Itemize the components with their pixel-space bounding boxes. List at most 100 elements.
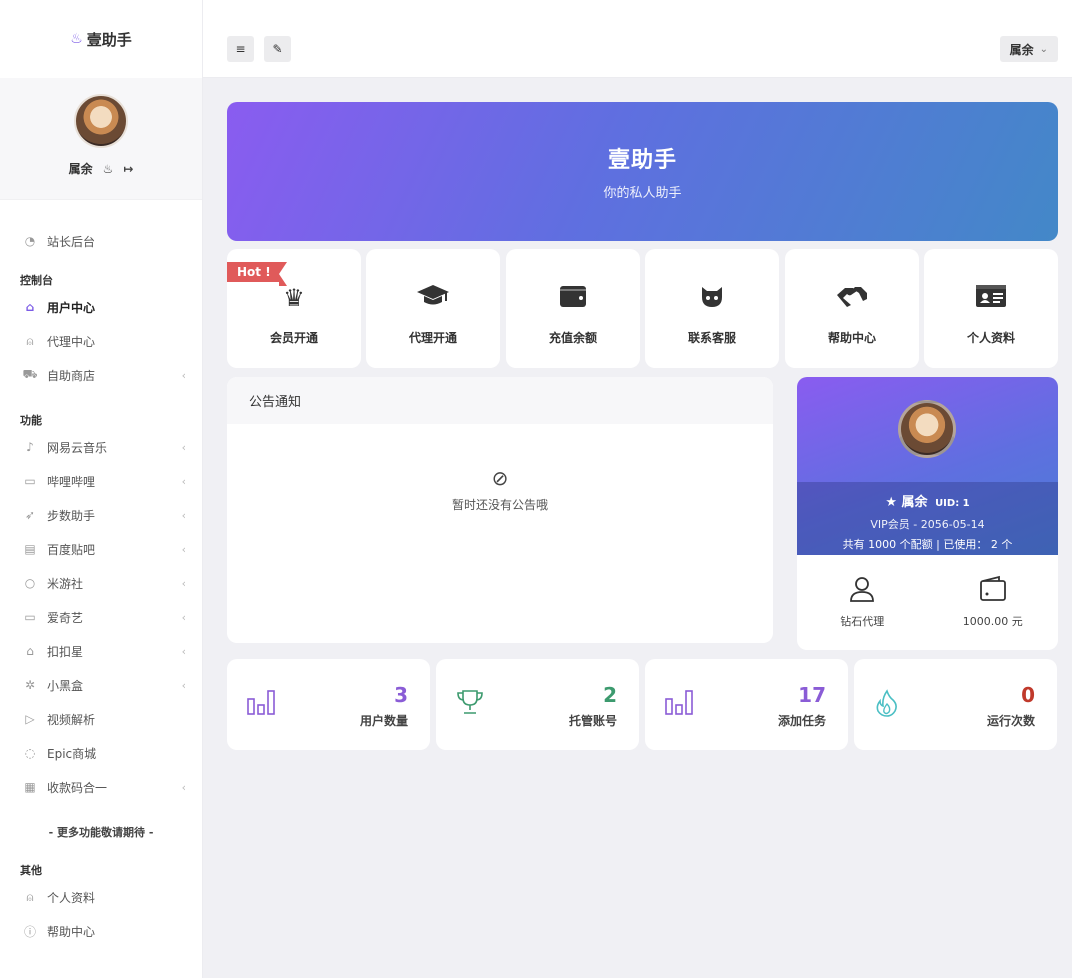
profile-card: ★ 属余 UID: 1 VIP会员 - 2056-05-14 共有 1000 个… [797, 377, 1058, 650]
quick-label: 联系客服 [687, 331, 736, 345]
qrcode-icon: ▦ [24, 780, 36, 794]
sidebar-item-heybox[interactable]: ✲ 小黑盒 ‹ [0, 668, 202, 702]
profile-balance: 1000.00 元 [928, 575, 1059, 629]
sidebar-item-label: 小黑盒 [47, 678, 84, 693]
bar-chart-icon [665, 689, 693, 721]
chevron-left-icon: ‹ [181, 542, 186, 556]
chevron-left-icon: ‹ [181, 368, 186, 382]
user-dropdown[interactable]: 属余 ⌄ [999, 36, 1058, 62]
quick-label: 充值余额 [548, 331, 597, 345]
agent-icon: ⍝ [26, 333, 34, 348]
hamburger-icon: ≡ [235, 42, 246, 56]
music-icon: ♪ [26, 440, 34, 454]
menu-toggle-button[interactable]: ≡ [227, 36, 254, 62]
profile-balance-text: 1000.00 元 [962, 615, 1023, 628]
graduation-cap-icon [416, 283, 450, 313]
chevron-left-icon: ‹ [181, 780, 186, 794]
sidebar-item-label: 自助商店 [47, 368, 96, 383]
quick-recharge[interactable]: 充值余额 [506, 249, 640, 368]
wallet-outline-icon [979, 575, 1007, 603]
stat-value: 2 [603, 683, 617, 707]
stat-value: 3 [394, 683, 408, 707]
stat-card-users: 3 用户数量 [227, 659, 430, 750]
notice-empty-text: 暂时还没有公告哦 [451, 498, 548, 512]
stat-card-tasks: 17 添加任务 [645, 659, 848, 750]
sidebar-item-tieba[interactable]: ▤ 百度贴吧 ‹ [0, 532, 202, 566]
sidebar-nav: ◔ 站长后台 控制台 ⌂ 用户中心 ⍝ 代理中心 ⛟ 自助商店 ‹ 功能 ♪ 网… [0, 200, 202, 948]
sidebar-item-label: 爱奇艺 [47, 610, 84, 625]
trophy-icon [456, 689, 484, 721]
sidebar-item-netease-music[interactable]: ♪ 网易云音乐 ‹ [0, 430, 202, 464]
chevron-down-icon: ⌄ [1039, 43, 1048, 55]
wallet-icon [559, 283, 587, 313]
bar-chart-icon [247, 689, 275, 721]
sidebar-item-help[interactable]: ⓘ 帮助中心 [0, 914, 202, 948]
stat-label: 添加任务 [777, 714, 826, 728]
cart-icon: ⛟ [22, 367, 38, 381]
stat-value: 17 [798, 683, 826, 707]
profile-header: ★ 属余 UID: 1 VIP会员 - 2056-05-14 共有 1000 个… [797, 377, 1058, 555]
sidebar-item-video-parse[interactable]: ▷ 视频解析 [0, 702, 202, 736]
chevron-left-icon: ‹ [181, 440, 186, 454]
star-icon: ★ [885, 495, 897, 510]
quick-agent[interactable]: 代理开通 [366, 249, 500, 368]
video-icon: ▭ [24, 474, 36, 488]
chevron-left-icon: ‹ [181, 610, 186, 624]
quick-profile[interactable]: 个人资料 [924, 249, 1058, 368]
avatar[interactable] [74, 94, 128, 148]
sidebar-item-label: 哔哩哔哩 [47, 474, 96, 489]
notice-empty-state: ⊘ 暂时还没有公告哦 [227, 466, 773, 513]
flame-icon[interactable]: ♨ [103, 162, 114, 176]
profile-avatar[interactable] [898, 400, 956, 458]
theme-button[interactable]: ✎ [264, 36, 291, 62]
sidebar-item-label: 百度贴吧 [47, 542, 96, 557]
topbar: ≡ ✎ 属余 ⌄ [203, 0, 1072, 78]
sidebar-item-epic[interactable]: ◌ Epic商城 [0, 736, 202, 770]
profile-quota: 共有 1000 个配额 | 已使用： 2 个 [842, 538, 1013, 551]
stat-card-runs: 0 运行次数 [854, 659, 1057, 750]
sidebar-item-label: 代理中心 [47, 334, 96, 349]
bulb-icon: ○ [24, 576, 36, 590]
user-icon: ⍝ [26, 889, 34, 904]
profile-info-band: ★ 属余 UID: 1 VIP会员 - 2056-05-14 共有 1000 个… [797, 482, 1058, 555]
sidebar-item-miyoushe[interactable]: ○ 米游社 ‹ [0, 566, 202, 600]
notice-title: 公告通知 [227, 377, 773, 424]
sidebar-item-qrcode[interactable]: ▦ 收款码合一 ‹ [0, 770, 202, 804]
sidebar-item-bilibili[interactable]: ▭ 哔哩哔哩 ‹ [0, 464, 202, 498]
brush-icon: ✎ [272, 42, 283, 56]
notice-panel: 公告通知 ⊘ 暂时还没有公告哦 [227, 377, 773, 643]
quick-vip[interactable]: Hot ! ♛ 会员开通 [227, 249, 361, 368]
graduation-icon: ⌂ [26, 644, 34, 658]
quick-help[interactable]: 帮助中心 [785, 249, 919, 368]
stat-label: 托管账号 [568, 714, 617, 728]
user-outline-icon [848, 575, 876, 603]
sidebar-item-shop[interactable]: ⛟ 自助商店 ‹ [0, 358, 202, 392]
brand-logo[interactable]: ♨ 壹助手 [0, 0, 202, 78]
user-dropdown-label: 属余 [1009, 42, 1034, 57]
sidebar-item-admin[interactable]: ◔ 站长后台 [0, 224, 202, 258]
sidebar-item-profile[interactable]: ⍝ 个人资料 [0, 880, 202, 914]
sidebar-item-user-center[interactable]: ⌂ 用户中心 [0, 290, 202, 324]
user-name: 属余 [68, 162, 93, 176]
sidebar-item-label: 用户中心 [47, 300, 96, 315]
sidebar-item-label: 帮助中心 [47, 924, 96, 939]
info-icon: ⓘ [23, 924, 36, 939]
profile-level-text: 钻石代理 [840, 615, 885, 628]
sidebar-item-label: 网易云音乐 [47, 440, 108, 455]
dashboard-icon: ◔ [24, 234, 36, 248]
sidebar-item-kouxing[interactable]: ⌂ 扣扣星 ‹ [0, 634, 202, 668]
sidebar-item-agent-center[interactable]: ⍝ 代理中心 [0, 324, 202, 358]
profile-level: 钻石代理 [797, 575, 928, 629]
sidebar-item-label: 站长后台 [47, 234, 96, 249]
palette-icon: ◌ [24, 746, 36, 760]
chevron-left-icon: ‹ [181, 644, 186, 658]
logout-icon[interactable]: ↦ [123, 162, 133, 176]
id-card-icon [975, 283, 1007, 313]
sidebar-item-steps[interactable]: ➶ 步数助手 ‹ [0, 498, 202, 532]
quick-label: 帮助中心 [827, 331, 876, 345]
stat-label: 运行次数 [986, 714, 1035, 728]
quick-support[interactable]: 联系客服 [645, 249, 779, 368]
flame-icon: ♨ [70, 31, 83, 47]
quick-label: 个人资料 [966, 331, 1015, 345]
sidebar-item-iqiyi[interactable]: ▭ 爱奇艺 ‹ [0, 600, 202, 634]
